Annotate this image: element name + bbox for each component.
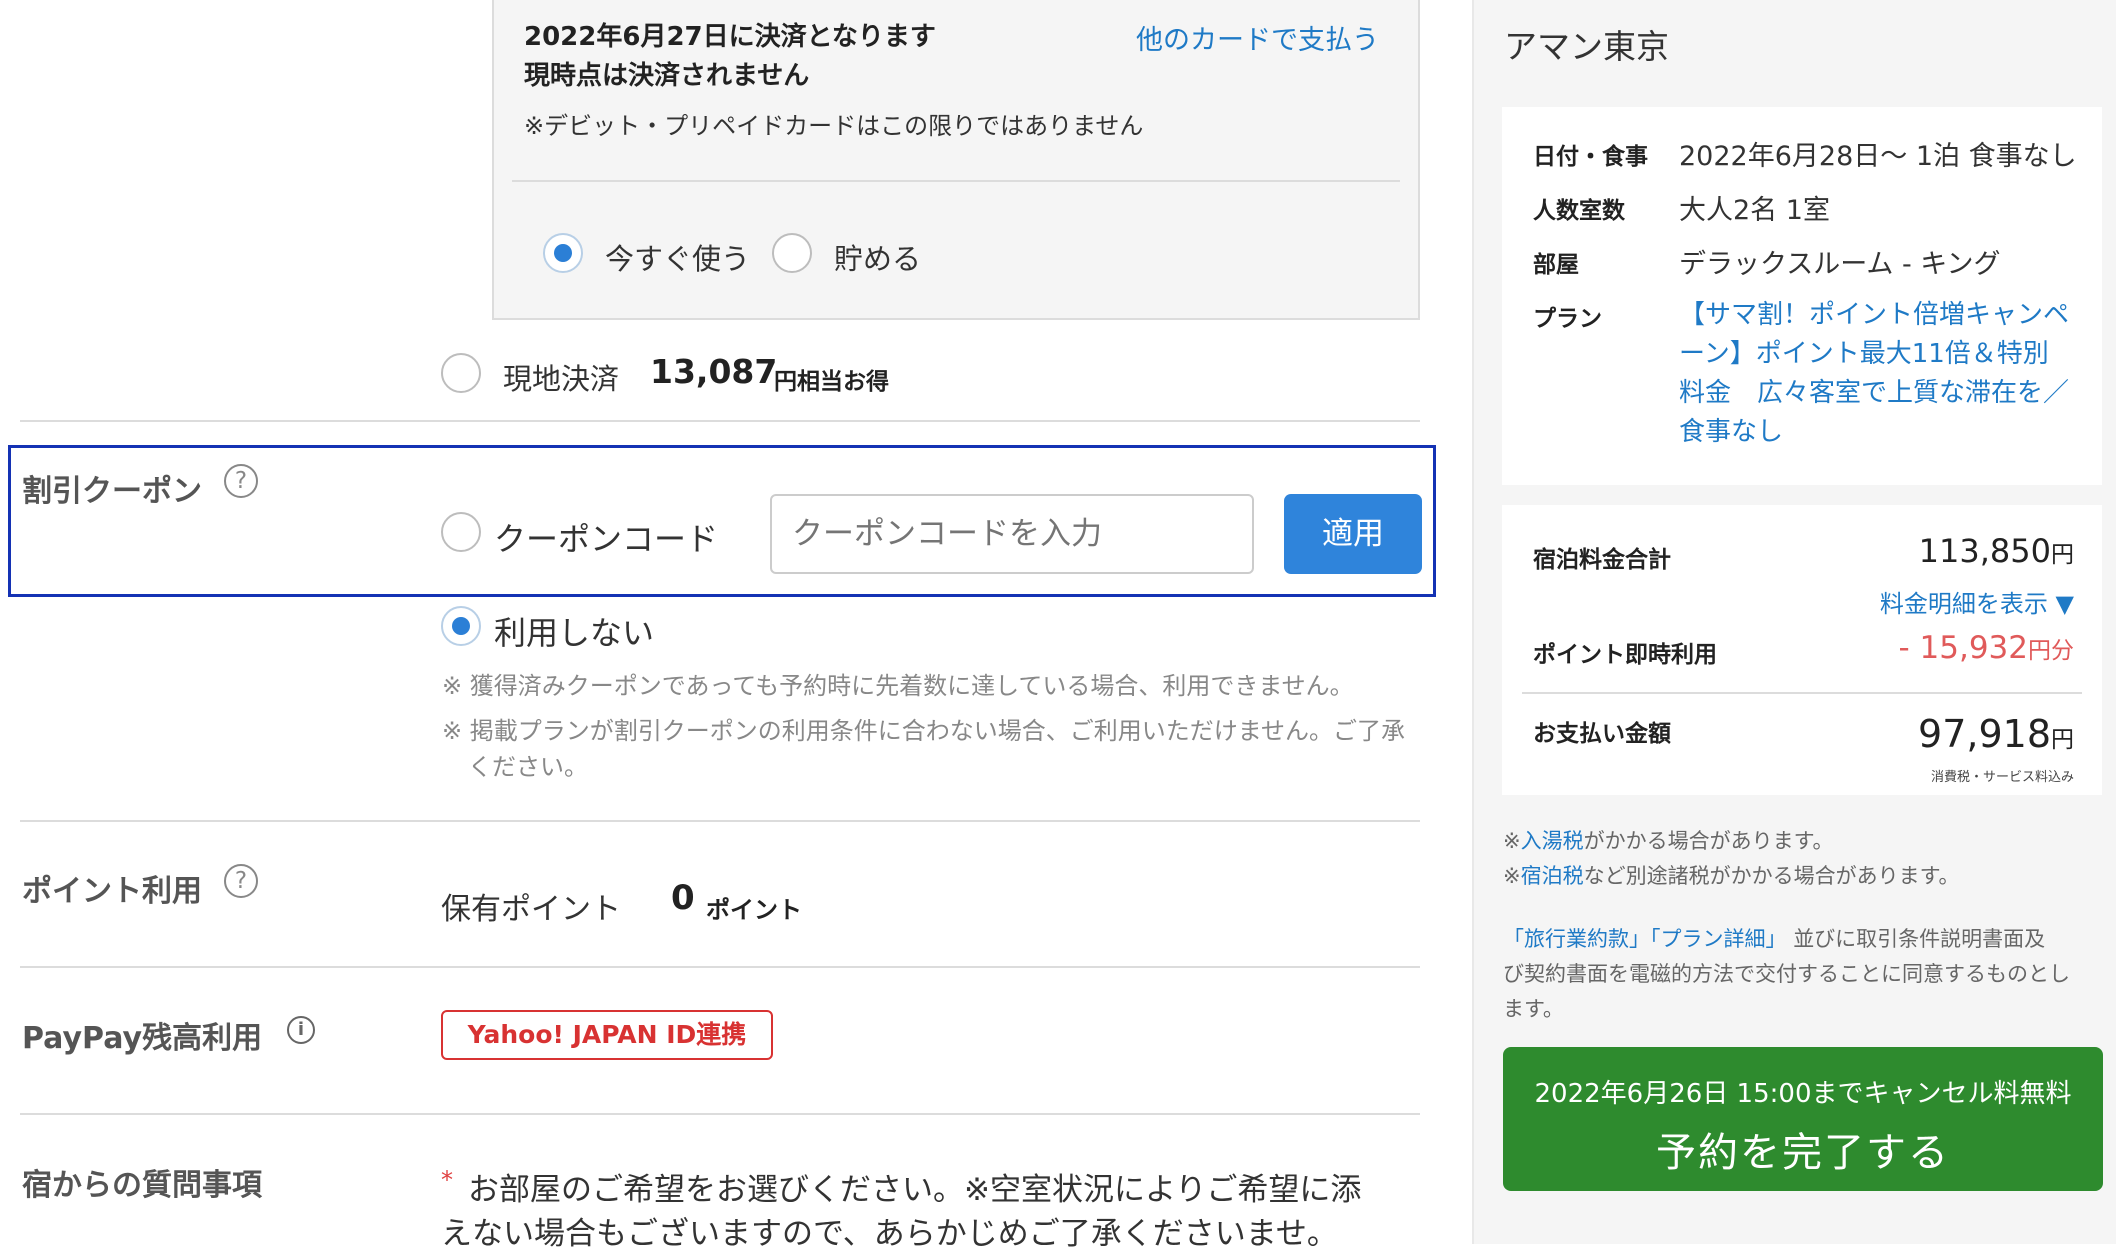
point-use-value: - 15,932	[1898, 630, 2028, 666]
pay-amount-wrap: 97,918円	[1800, 712, 2074, 756]
plan-link-line[interactable]: 食事なし	[1679, 413, 2099, 452]
stay-tax-link[interactable]: 宿泊税	[1521, 864, 1584, 888]
divider	[20, 1113, 1420, 1115]
use-now-label[interactable]: 今すぐ使う	[605, 236, 750, 278]
divider	[512, 180, 1400, 182]
terms-line: び契約書面を電磁的方法で交付することに同意するものとし	[1503, 962, 2070, 986]
coupon-note-2: ※ 掲載プランが割引クーポンの利用条件に合わない場合、ご利用いただけません。ご了…	[442, 717, 1406, 745]
point-use-label: ポイント即時利用	[1533, 642, 1717, 668]
coupon-code-radio[interactable]	[441, 512, 481, 552]
coupon-note-2-cont: ください。	[468, 753, 588, 781]
use-now-radio[interactable]	[543, 233, 583, 273]
detail-label-date: 日付・食事	[1533, 144, 1648, 170]
debit-card-note: ※デビット・プリペイドカードはこの限りではありません	[524, 112, 1144, 140]
pay-amount-label: お支払い金額	[1533, 721, 1671, 747]
question-circle-icon[interactable]: ?	[224, 464, 258, 498]
total-value: 113,850	[1918, 532, 2051, 570]
terms-link[interactable]: 「旅行業約款」	[1503, 927, 1650, 951]
detail-value-guests: 大人2名 1室	[1679, 195, 1830, 226]
tax-included-note: 消費税・サービス料込み	[1930, 770, 2074, 785]
plan-link-line[interactable]: 【サマ割！ポイント倍増キャンペ	[1679, 296, 2099, 335]
question-text-line1: お部屋のご希望をお選びください。※空室状況によりご希望に添	[468, 1172, 1362, 1208]
detail-label-guests: 人数室数	[1533, 198, 1625, 224]
plan-link-line[interactable]: ーン】ポイント最大11倍＆特別	[1679, 335, 2099, 374]
stay-tax-note: ※宿泊税など別途諸税がかかる場合があります。	[1503, 860, 1960, 890]
no-coupon-label[interactable]: 利用しない	[494, 608, 654, 654]
not-charged-text: 現時点は決済されません	[524, 61, 810, 91]
apply-button[interactable]: 適用	[1284, 494, 1422, 574]
detail-label-plan: プラン	[1533, 306, 1602, 332]
stay-tax-text: など別途諸税がかかる場合があります。	[1583, 864, 1960, 888]
other-card-link[interactable]: 他のカードで支払う	[1136, 18, 1379, 57]
point-use-value-wrap: - 15,932円分	[1800, 630, 2074, 666]
divider	[20, 420, 1420, 422]
onsite-payment-suffix: 円相当お得	[774, 369, 889, 395]
complete-booking-label: 予約を完了する	[1656, 1130, 1950, 1176]
held-points-value: 0	[671, 878, 695, 918]
plan-detail-link[interactable]: 「プラン詳細」	[1650, 927, 1787, 951]
required-mark: *	[441, 1166, 453, 1194]
complete-booking-button[interactable]: 2022年6月26日 15:00までキャンセル料無料 予約を完了する	[1503, 1047, 2103, 1191]
bath-tax-link[interactable]: 入湯税	[1521, 829, 1584, 853]
payment-date-text: 2022年6月27日に決済となります	[524, 22, 936, 52]
onsite-payment-radio[interactable]	[441, 353, 481, 393]
divider	[20, 820, 1420, 822]
detail-value-room: デラックスルーム - キング	[1679, 249, 2001, 280]
total-value-wrap: 113,850円	[1820, 532, 2074, 570]
divider	[20, 966, 1420, 968]
plan-link-line[interactable]: 料金 広々客室で上質な滞在を／	[1679, 374, 2099, 413]
held-points-label: 保有ポイント	[441, 892, 621, 927]
coupon-note-1: ※ 獲得済みクーポンであっても予約時に先着数に達している場合、利用できません。	[442, 672, 1354, 700]
onsite-payment-amount: 13,087	[650, 352, 778, 391]
point-use-unit: 円分	[2028, 638, 2074, 664]
question-circle-icon[interactable]: ?	[224, 864, 258, 898]
total-label: 宿泊料金合計	[1533, 547, 1671, 573]
save-points-label[interactable]: 貯める	[834, 236, 921, 278]
pay-amount-value: 97,918	[1918, 712, 2051, 756]
hotel-name: アマン東京	[1504, 27, 1669, 66]
bath-tax-text: がかかる場合があります。	[1583, 829, 1834, 853]
coupon-code-label[interactable]: クーポンコード	[494, 514, 718, 560]
detail-value-date: 2022年6月28日〜 1泊 食事なし	[1679, 141, 2077, 172]
paypay-section-title: PayPay残高利用	[22, 1021, 263, 1056]
coupon-section-title: 割引クーポン	[22, 474, 202, 509]
plan-link[interactable]: 【サマ割！ポイント倍増キャンペ ーン】ポイント最大11倍＆特別 料金 広々客室で…	[1679, 296, 2099, 452]
points-section-title: ポイント利用	[22, 874, 202, 909]
info-circle-icon[interactable]: i	[287, 1016, 315, 1044]
terms-agreement: 「旅行業約款」「プラン詳細」 並びに取引条件説明書面及 び契約書面を電磁的方法で…	[1503, 922, 2103, 1027]
terms-text: 並びに取引条件説明書面及	[1793, 927, 2046, 951]
save-points-radio[interactable]	[772, 233, 812, 273]
terms-line: 「旅行業約款」「プラン詳細」 並びに取引条件説明書面及	[1503, 922, 2103, 957]
questions-section-title: 宿からの質問事項	[22, 1168, 262, 1203]
detail-label-room: 部屋	[1533, 252, 1579, 278]
terms-line: ます。	[1503, 997, 1564, 1021]
no-coupon-radio[interactable]	[441, 606, 481, 646]
onsite-payment-label[interactable]: 現地決済	[503, 356, 619, 398]
free-cancel-note: 2022年6月26日 15:00までキャンセル料無料	[1534, 1079, 2072, 1109]
yen-unit: 円	[2051, 727, 2074, 753]
price-breakdown-link[interactable]: 料金明細を表示 ▼	[1800, 584, 2074, 619]
note-prefix: ※	[1503, 829, 1521, 853]
bath-tax-note: ※入湯税がかかる場合があります。	[1503, 825, 1834, 855]
divider	[1522, 692, 2082, 694]
yen-unit: 円	[2051, 542, 2074, 568]
question-text-line2: えない場合もございますので、あらかじめご了承くださいませ。	[441, 1216, 1338, 1252]
coupon-code-input[interactable]	[770, 494, 1254, 574]
note-prefix: ※	[1503, 864, 1521, 888]
yahoo-id-link-button[interactable]: Yahoo! JAPAN ID連携	[441, 1010, 773, 1060]
held-points-unit: ポイント	[706, 896, 802, 924]
